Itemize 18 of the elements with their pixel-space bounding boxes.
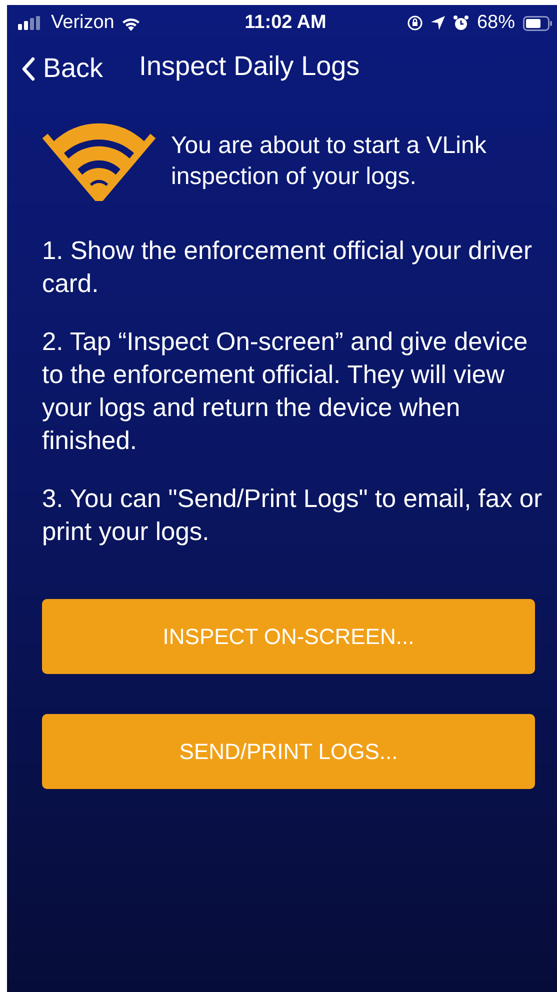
rotation-lock-icon bbox=[406, 15, 423, 31]
send-print-button[interactable]: SEND/PRINT LOGS... bbox=[42, 714, 535, 789]
instruction-step: 1. Show the enforcement official your driver card. bbox=[42, 235, 547, 301]
chevron-icon bbox=[21, 56, 35, 80]
alarm-clock-icon bbox=[452, 15, 469, 31]
inspect-button[interactable]: INSPECT ON-SCREEN... bbox=[42, 599, 535, 674]
battery-percent: 68% bbox=[476, 12, 515, 34]
wifi-triangle-logo-icon bbox=[41, 121, 157, 201]
carrier-name: Verizon bbox=[51, 12, 114, 34]
back-button[interactable]: Back bbox=[7, 41, 104, 84]
instruction-step: 2. Tap “Inspect On-screen” and give device to the enforcement official. They will view your logs and return the device when finished. bbox=[42, 326, 547, 458]
wifi-icon bbox=[121, 16, 142, 30]
intro-text: You are about to start a VLink inspection of your logs. bbox=[171, 131, 488, 192]
status-time: 11:02 AM bbox=[244, 12, 326, 34]
screen-title: Inspect Daily Logs bbox=[139, 51, 360, 82]
battery-icon bbox=[522, 16, 553, 30]
instruction-step: 3. You can "Send/Print Logs" to email, fax or print your logs. bbox=[42, 483, 547, 549]
location-arrow-icon bbox=[430, 16, 445, 30]
